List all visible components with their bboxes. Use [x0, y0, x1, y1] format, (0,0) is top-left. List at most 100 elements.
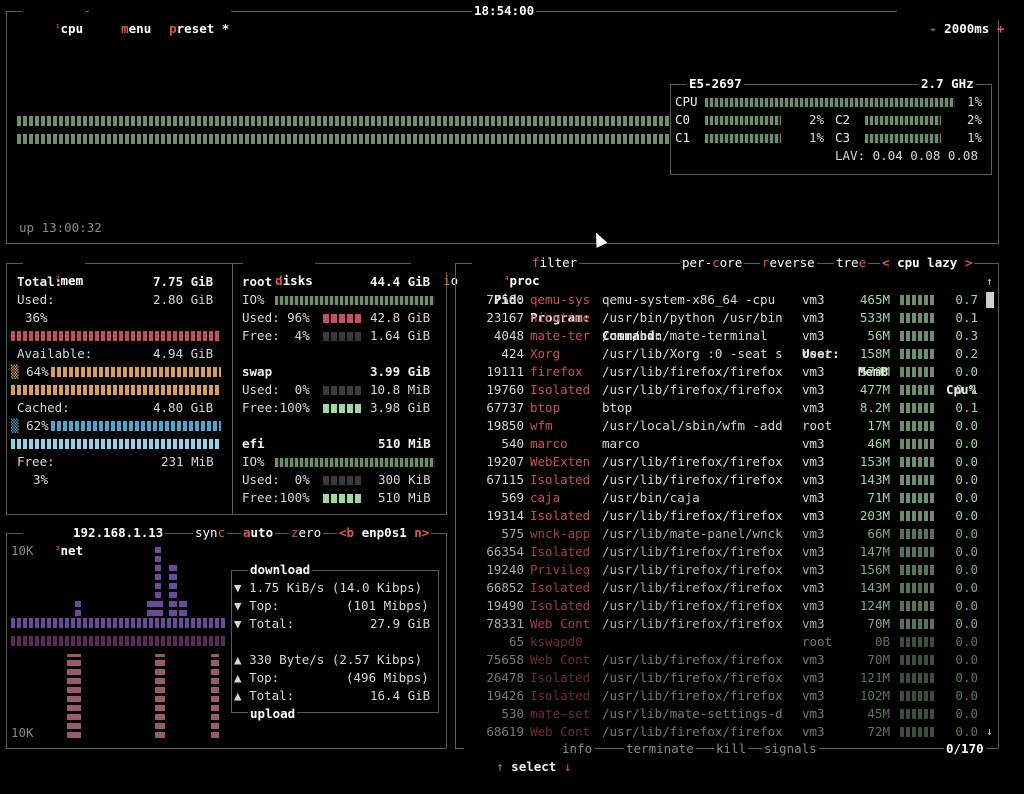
- process-row[interactable]: 77560 qemu-sys qemu-system-x86_64 -cpu vm3 4…: [456, 291, 986, 309]
- sync-label: syn: [195, 525, 218, 540]
- process-user: vm3: [802, 490, 825, 505]
- process-cpu-graph: [900, 313, 936, 323]
- tree-toggle[interactable]: tree: [834, 254, 869, 272]
- kill-button[interactable]: kill: [714, 740, 749, 758]
- interval-increase-button[interactable]: +: [997, 21, 1005, 36]
- process-row[interactable]: 66852 Isolated/usr/lib/firefox/firefox vm3…: [456, 579, 986, 597]
- net-scale-bottom: 10K: [11, 725, 34, 740]
- net-download-spike-5: [179, 600, 187, 616]
- net-title: net: [60, 543, 84, 558]
- terminate-button[interactable]: terminate: [624, 740, 696, 758]
- cpu-model: E5-2697: [687, 75, 744, 93]
- process-row[interactable]: 19426 Isolated/usr/lib/firefox/firefox vm3…: [456, 687, 986, 705]
- mem-used-graph: [11, 331, 221, 341]
- process-program: qemu-sys: [530, 292, 591, 307]
- zero-toggle[interactable]: zero: [289, 524, 324, 542]
- percore-toggle[interactable]: per-core: [680, 254, 745, 272]
- process-row[interactable]: 569 caja/usr/bin/caja vm3 71M 0.0: [456, 489, 986, 507]
- filter-button[interactable]: filter: [530, 254, 580, 272]
- process-mem: 156M: [859, 562, 890, 577]
- menu-hotkey: m: [121, 21, 129, 36]
- iface-prev-button[interactable]: <b: [339, 525, 354, 540]
- preset-button[interactable]: preset *: [137, 2, 232, 36]
- process-mem: 477M: [859, 382, 890, 397]
- preset-label: reset *: [176, 21, 230, 36]
- upload-title: upload: [248, 705, 298, 723]
- process-row[interactable]: 67737 btop btop vm3 8.2M 0.1: [456, 399, 986, 417]
- proc-scrollbar-thumb[interactable]: [986, 292, 994, 308]
- process-mem: 153M: [859, 454, 890, 469]
- mem-panel-header[interactable]: ²mem: [23, 254, 86, 288]
- process-row[interactable]: 68619 Web Cont/usr/lib/firefox/firefox vm3…: [456, 723, 986, 741]
- process-row[interactable]: 19314 Isolated/usr/lib/firefox/firefox vm3…: [456, 507, 986, 525]
- process-row[interactable]: 19240 Privileg/usr/lib/firefox/firefox vm3…: [456, 561, 986, 579]
- process-mem: 46M: [867, 436, 890, 451]
- process-row[interactable]: 424 Xorg/usr/lib/Xorg :0 -seat s root 158M 0…: [456, 345, 986, 363]
- process-cpu-graph: [900, 673, 936, 683]
- net-upload-spike-3: [211, 654, 219, 738]
- signals-button[interactable]: signals: [762, 740, 819, 758]
- process-row[interactable]: 19490 Isolated/usr/lib/firefox/firefox vm3…: [456, 597, 986, 615]
- process-row[interactable]: 78331 Web Cont/usr/lib/firefox/firefox vm3…: [456, 615, 986, 633]
- download-top-row: ▼ Top:: [234, 598, 280, 613]
- process-mem: 203M: [859, 508, 890, 523]
- process-cpu: 0.0: [955, 724, 978, 739]
- process-user: vm3: [802, 400, 825, 415]
- sort-prev-button[interactable]: <: [882, 255, 890, 270]
- process-row[interactable]: 23167 nicotine/usr/bin/python /usr/bin vm3…: [456, 309, 986, 327]
- process-row[interactable]: 4048 mate-ter/usr/bin/mate-terminal vm3 56M…: [456, 327, 986, 345]
- sync-toggle[interactable]: sync: [193, 524, 228, 542]
- sort-next-button[interactable]: >: [965, 255, 973, 270]
- process-row[interactable]: 19207 WebExten/usr/lib/firefox/firefox vm3…: [456, 453, 986, 471]
- scroll-down-icon[interactable]: ↓: [986, 723, 993, 741]
- process-row[interactable]: 67115 Isolated/usr/lib/firefox/firefox vm3…: [456, 471, 986, 489]
- process-row[interactable]: 19850 wfm/usr/local/sbin/wfm -add root 17M 0…: [456, 417, 986, 435]
- process-row[interactable]: 19760 Isolated/usr/lib/firefox/firefox vm3…: [456, 381, 986, 399]
- process-cpu-graph: [900, 457, 936, 467]
- process-mem: 121M: [859, 670, 890, 685]
- process-cpu: 0.0: [955, 454, 978, 469]
- auto-toggle[interactable]: auto: [241, 524, 276, 542]
- info-button[interactable]: info: [560, 740, 595, 758]
- process-row[interactable]: 575 wnck-app/usr/lib/mate-panel/wnck vm3 66…: [456, 525, 986, 543]
- reverse-toggle[interactable]: reverse: [760, 254, 817, 272]
- auto-label: uto: [250, 525, 274, 540]
- download-total-label: Total:: [249, 616, 295, 631]
- process-row[interactable]: 65 kswapd0 root 0B 0.0: [456, 633, 986, 651]
- process-row[interactable]: 66354 Isolated/usr/lib/firefox/firefox vm3…: [456, 543, 986, 561]
- process-pid: 19490: [486, 598, 524, 613]
- sort-selector[interactable]: < cpu lazy >: [880, 254, 975, 272]
- process-command: /usr/lib/firefox/firefox: [602, 562, 783, 577]
- process-pid: 65: [508, 634, 524, 649]
- process-program: WebExten: [530, 454, 591, 469]
- zero-label: ero: [298, 525, 322, 540]
- process-cpu: 0.0: [955, 526, 978, 541]
- iface-next-button[interactable]: n>: [414, 525, 429, 540]
- proc-table-header: Pid: Program: Command: User: MemB Cpu%: [456, 273, 996, 397]
- process-row[interactable]: 19111 firefox/usr/lib/firefox/firefox vm3 5…: [456, 363, 986, 381]
- disk-swap-size: 3.99 GiB: [370, 364, 431, 379]
- disk-root-used-label: Used: 96%: [242, 310, 310, 325]
- scroll-up-icon[interactable]: ↑: [986, 273, 993, 291]
- preset-hotkey: p: [169, 21, 177, 36]
- proc-footer-select[interactable]: ↑ select ↓: [464, 740, 574, 774]
- interval-control[interactable]: - 2000ms +: [897, 2, 1007, 36]
- io-toggle[interactable]: io: [411, 254, 461, 288]
- process-program: wnck-app: [530, 526, 591, 541]
- process-cpu-graph: [900, 691, 936, 701]
- process-mem: 70M: [867, 652, 890, 667]
- process-row[interactable]: 26478 Isolated/usr/lib/firefox/firefox vm3…: [456, 669, 986, 687]
- disks-header[interactable]: disks: [243, 254, 315, 288]
- process-cpu-graph: [900, 619, 936, 629]
- process-row[interactable]: 75658 Web Cont/usr/lib/firefox/firefox vm3…: [456, 651, 986, 669]
- process-row[interactable]: 530 mate-set/usr/lib/mate-settings-d vm3 45…: [456, 705, 986, 723]
- interface-selector[interactable]: <b enp0s1 n>: [337, 524, 432, 542]
- mem-available-graph: [11, 385, 221, 395]
- process-row[interactable]: 540 marco marco vm3 46M 0.0: [456, 435, 986, 453]
- process-command: /usr/lib/firefox/firefox: [602, 724, 783, 739]
- process-cpu-graph: [900, 727, 936, 737]
- cpu-title[interactable]: cpu: [61, 21, 84, 36]
- zero-hotkey: z: [291, 525, 299, 540]
- proc-count: 0/170: [944, 740, 986, 758]
- interval-decrease-button[interactable]: -: [929, 21, 937, 36]
